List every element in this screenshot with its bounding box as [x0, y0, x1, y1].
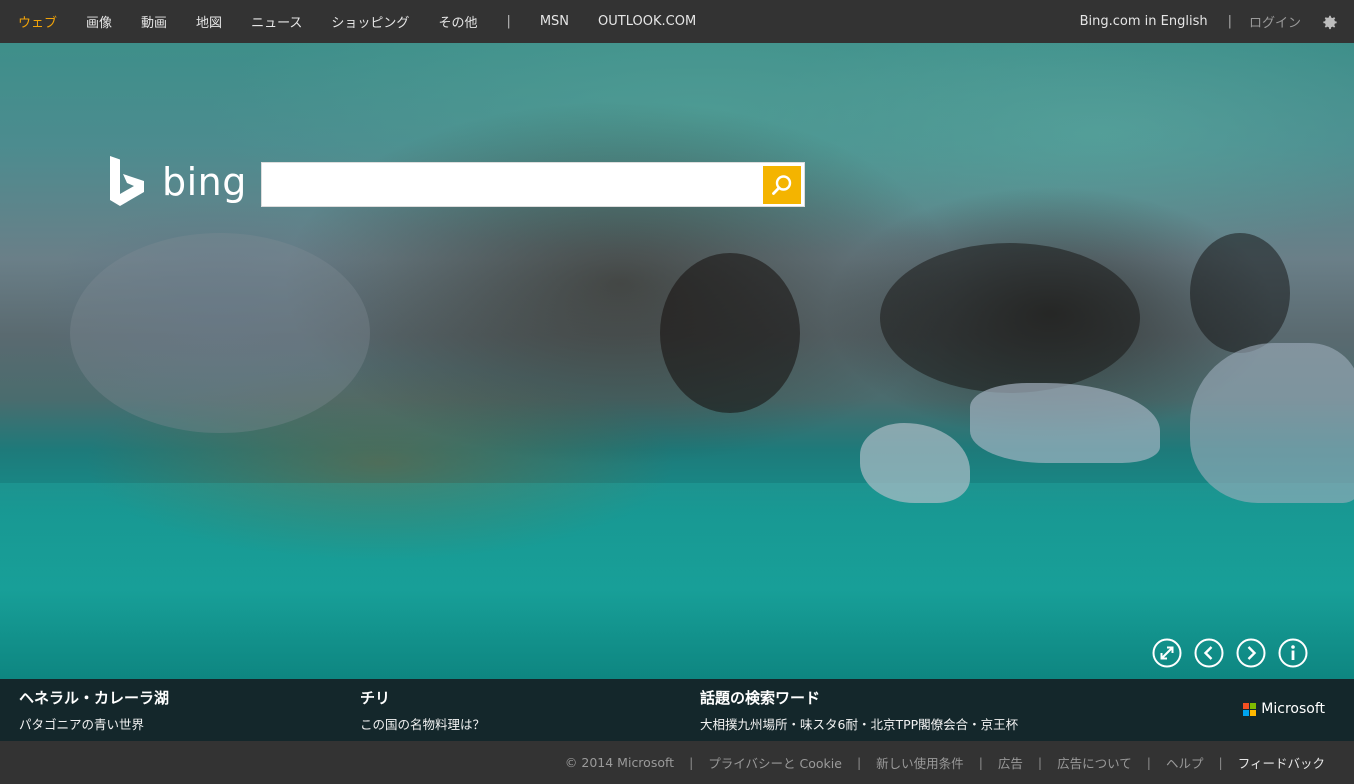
nav-separator: |	[506, 14, 511, 29]
footer-separator: |	[856, 755, 862, 770]
rock-formation	[860, 423, 970, 503]
info-heading: ヘネラル・カレーラ湖	[19, 689, 170, 707]
footer-link-ads[interactable]: 広告	[998, 753, 1023, 772]
image-controls	[1140, 638, 1308, 668]
footer-link-about-ads[interactable]: 広告について	[1057, 753, 1132, 772]
microsoft-brand[interactable]: Microsoft	[1243, 701, 1325, 717]
nav-news[interactable]: ニュース	[251, 12, 302, 31]
nav-msn[interactable]: MSN	[540, 14, 569, 29]
nav-right-separator: |	[1227, 14, 1232, 29]
info-heading: チリ	[360, 689, 391, 707]
info-item-trending[interactable]: 話題の検索ワード 大相撲九州場所・味スタ6耐・北京TPP閣僚会合・京王杯	[700, 687, 1018, 733]
footer-separator: |	[1218, 755, 1223, 770]
nav-shopping[interactable]: ショッピング	[331, 12, 409, 31]
footer-separator: |	[1146, 755, 1151, 770]
nav-right-group: Bing.com in English | ログイン	[1080, 0, 1340, 43]
search-input[interactable]	[262, 163, 763, 206]
info-item-country[interactable]: チリ この国の名物料理は？	[360, 687, 485, 733]
background-image	[0, 43, 1354, 679]
footer-copyright: © 2014 Microsoft	[564, 755, 675, 770]
login-link[interactable]: ログイン	[1249, 12, 1301, 31]
nav-images[interactable]: 画像	[86, 12, 112, 31]
nav-more[interactable]: その他	[438, 12, 477, 31]
top-nav-bar: ウェブ 画像 動画 地図 ニュース ショッピング その他 | MSN OUTLO…	[0, 0, 1354, 43]
info-icon[interactable]	[1278, 638, 1308, 668]
nav-maps[interactable]: 地図	[196, 12, 222, 31]
search-icon	[772, 174, 792, 195]
nav-outlook[interactable]: OUTLOOK.COM	[598, 14, 696, 29]
nav-videos[interactable]: 動画	[141, 12, 167, 31]
expand-icon[interactable]	[1152, 638, 1182, 668]
footer-link-terms[interactable]: 新しい使用条件	[876, 753, 964, 772]
info-strip: ヘネラル・カレーラ湖 パタゴニアの青い世界 チリ この国の名物料理は？ 話題の検…	[0, 679, 1354, 741]
footer-separator: |	[1037, 755, 1043, 770]
info-subtitle: この国の名物料理は？	[360, 717, 486, 732]
search-box	[261, 162, 805, 207]
bing-logo-mark-icon	[110, 156, 144, 206]
microsoft-brand-text: Microsoft	[1261, 701, 1325, 717]
cave-opening	[1190, 233, 1290, 353]
bing-logo-text: bing	[162, 160, 247, 204]
info-item-location[interactable]: ヘネラル・カレーラ湖 パタゴニアの青い世界	[19, 687, 169, 733]
info-subtitle: 大相撲九州場所・味スタ6耐・北京TPP閣僚会合・京王杯	[700, 717, 1019, 732]
footer-link-feedback[interactable]: フィードバック	[1238, 753, 1325, 772]
footer-link-privacy[interactable]: プライバシーと Cookie	[708, 753, 842, 772]
rock-formation	[70, 233, 370, 433]
english-link[interactable]: Bing.com in English	[1080, 14, 1208, 29]
footer: © 2014 Microsoft | プライバシーと Cookie | 新しい使…	[0, 741, 1354, 784]
bing-logo[interactable]: bing	[108, 156, 247, 208]
nav-left-group: ウェブ 画像 動画 地図 ニュース ショッピング その他 | MSN OUTLO…	[0, 12, 725, 31]
gear-icon[interactable]	[1320, 12, 1340, 32]
cave-opening	[660, 253, 800, 413]
cave-opening	[880, 243, 1140, 393]
previous-icon[interactable]	[1194, 638, 1224, 668]
footer-link-help[interactable]: ヘルプ	[1166, 753, 1204, 772]
search-button[interactable]	[763, 165, 801, 204]
footer-separator: |	[978, 755, 983, 770]
nav-web[interactable]: ウェブ	[18, 12, 57, 31]
next-icon[interactable]	[1236, 638, 1266, 668]
rock-formation	[1190, 343, 1354, 503]
footer-separator: |	[689, 755, 694, 770]
info-subtitle: パタゴニアの青い世界	[19, 717, 145, 732]
microsoft-logo-icon	[1243, 703, 1256, 716]
rock-formation	[970, 383, 1160, 463]
info-heading: 話題の検索ワード	[700, 689, 821, 707]
